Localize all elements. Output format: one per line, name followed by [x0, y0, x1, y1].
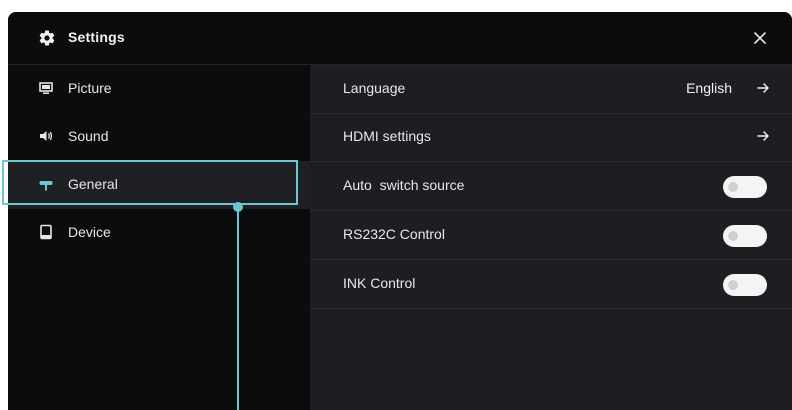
auto-switch-toggle[interactable] [723, 176, 767, 198]
setting-row-language[interactable]: Language English [310, 65, 792, 114]
arrow-right-icon [757, 131, 769, 141]
settings-panel: Language English HDMI settings Auto swit… [310, 65, 792, 410]
focus-connector-line [237, 207, 239, 410]
sidebar-item-label: Sound [68, 128, 109, 144]
setting-label: Auto switch source [343, 177, 465, 193]
gear-icon [39, 30, 55, 46]
setting-row-rs232c: RS232C Control [310, 211, 792, 260]
setting-row-ink: INK Control [310, 260, 792, 309]
toggle-knob [728, 182, 738, 192]
settings-window: Settings Picture Sound General Device La… [8, 12, 792, 410]
setting-label: Language [343, 80, 406, 96]
setting-value: English [686, 80, 732, 96]
arrow-right-icon [757, 83, 769, 93]
monitor-icon [39, 82, 53, 94]
setting-row-hdmi[interactable]: HDMI settings [310, 113, 792, 162]
sidebar-item-label: Device [68, 224, 111, 240]
rs232c-toggle[interactable] [723, 225, 767, 247]
toggle-knob [728, 280, 738, 290]
sidebar-item-picture[interactable]: Picture [8, 65, 310, 113]
window-title: Settings [68, 29, 125, 45]
sidebar: Picture Sound General Device [8, 65, 310, 410]
speaker-icon [40, 131, 53, 141]
sidebar-item-sound[interactable]: Sound [8, 113, 310, 161]
sidebar-item-device[interactable]: Device [8, 209, 310, 257]
sidebar-item-label: Picture [68, 80, 112, 96]
close-icon[interactable] [750, 28, 770, 48]
setting-label: RS232C Control [343, 226, 445, 242]
focus-highlight [2, 160, 298, 205]
title-bar: Settings [8, 12, 792, 65]
setting-label: INK Control [343, 275, 416, 291]
setting-row-auto-switch: Auto switch source [310, 162, 792, 211]
setting-label: HDMI settings [343, 128, 431, 144]
tablet-icon [40, 224, 52, 240]
ink-toggle[interactable] [723, 274, 767, 296]
toggle-knob [728, 231, 738, 241]
